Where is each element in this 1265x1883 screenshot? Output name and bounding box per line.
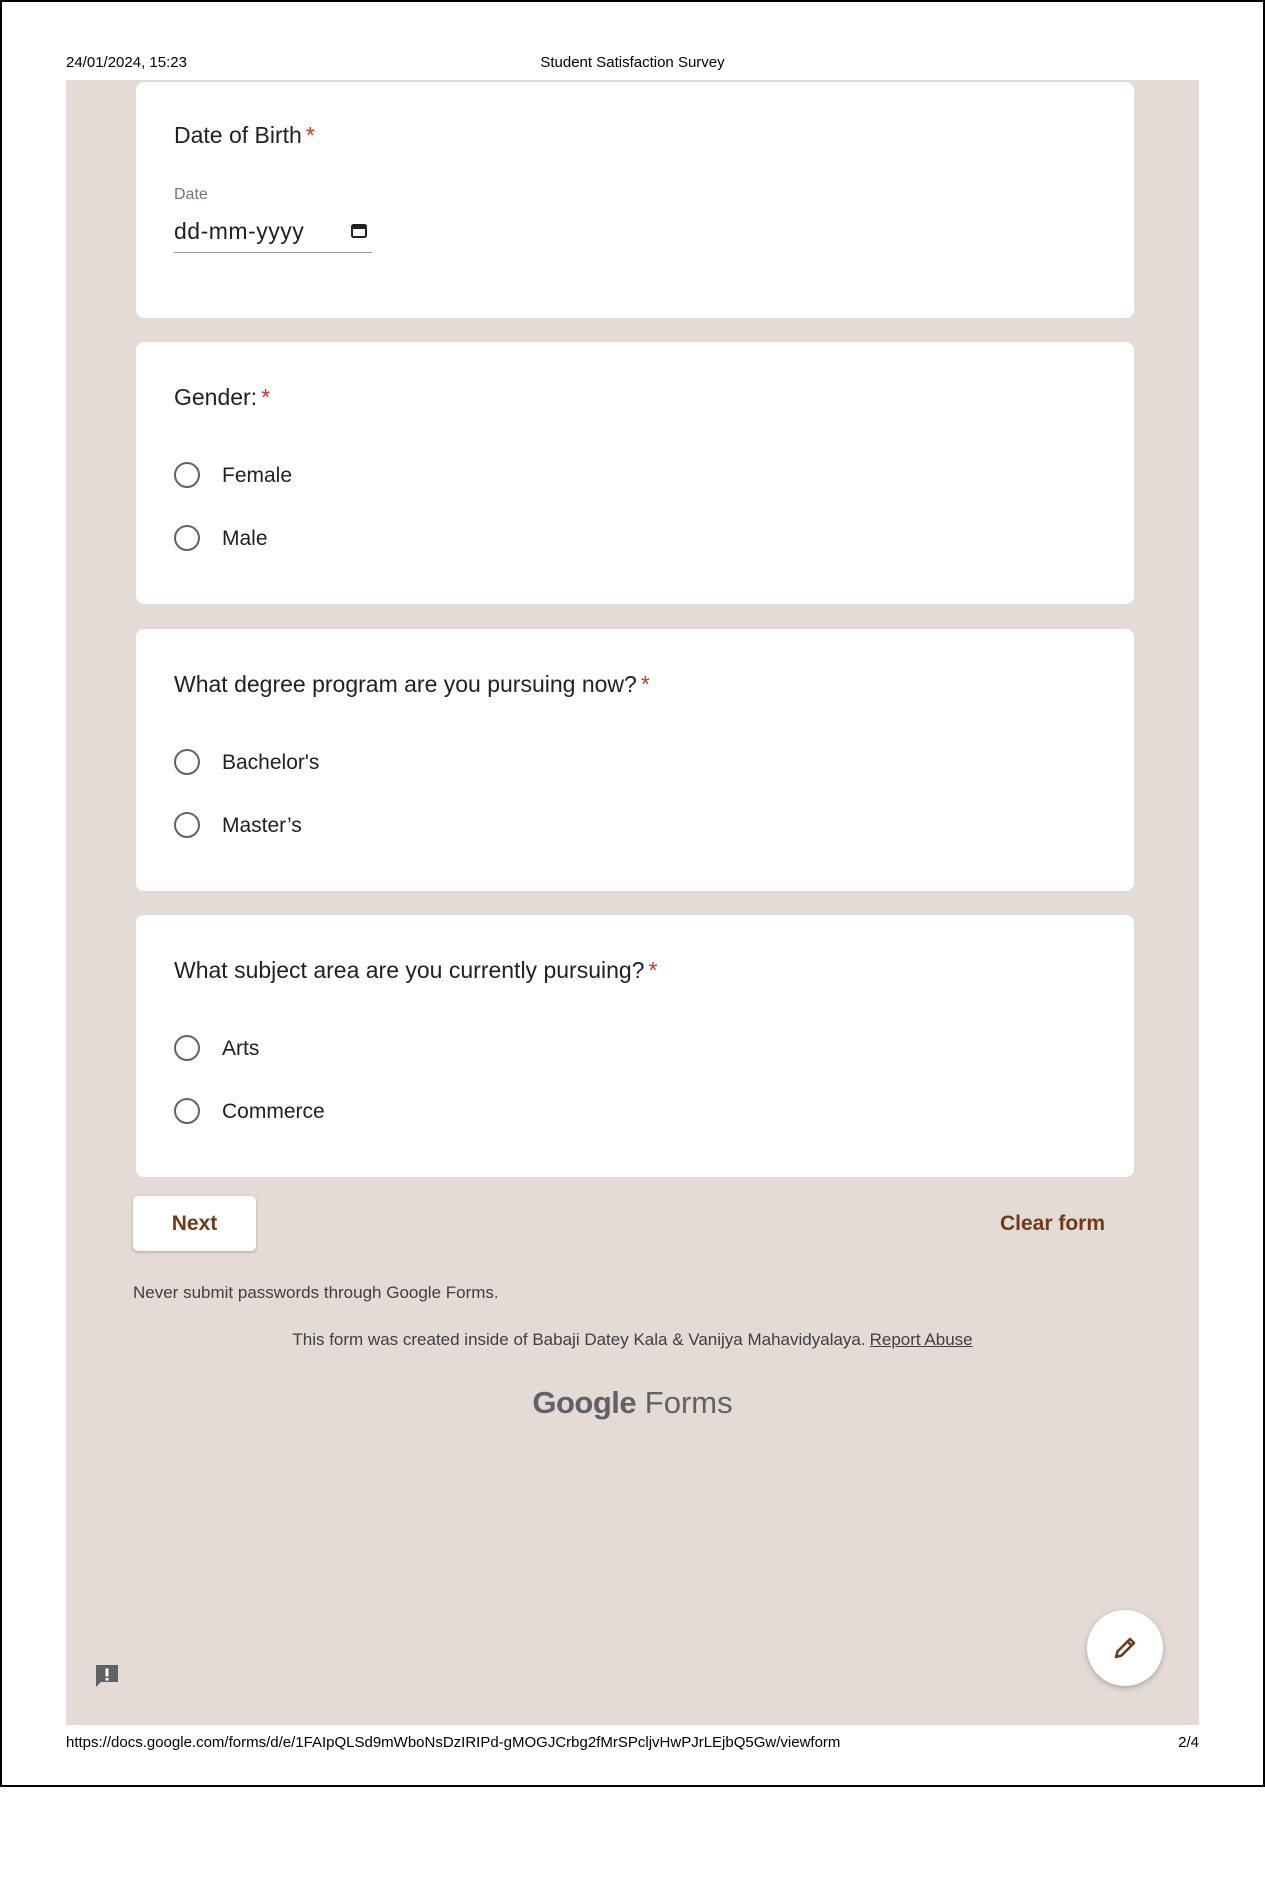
date-placeholder: dd-mm-yyyy bbox=[174, 218, 305, 244]
question-card-subject: What subject area are you currently purs… bbox=[135, 914, 1135, 1178]
required-asterisk: * bbox=[640, 671, 650, 697]
report-abuse-link[interactable]: Report Abuse bbox=[870, 1330, 973, 1349]
question-title: What degree program are you pursuing now… bbox=[174, 671, 650, 698]
print-title: Student Satisfaction Survey bbox=[540, 54, 725, 71]
option-label: Arts bbox=[222, 1037, 260, 1060]
page-url: https://docs.google.com/forms/d/e/1FAIpQ… bbox=[66, 1734, 841, 1751]
option-label: Master’s bbox=[222, 814, 302, 837]
question-title: Gender: * bbox=[174, 384, 270, 411]
brand-google: Google bbox=[532, 1385, 637, 1420]
question-card-gender: Gender: * Female Male bbox=[135, 341, 1135, 605]
question-title-text: What degree program are you pursuing now… bbox=[174, 671, 637, 697]
clear-form-button[interactable]: Clear form bbox=[1000, 1212, 1105, 1236]
edit-fab-button[interactable] bbox=[1087, 1610, 1163, 1686]
option-label: Male bbox=[222, 527, 268, 550]
radio-button[interactable] bbox=[174, 462, 200, 488]
radio-button[interactable] bbox=[174, 525, 200, 551]
google-forms-logo[interactable]: Google Forms bbox=[0, 1385, 1265, 1421]
question-title-text: What subject area are you currently purs… bbox=[174, 957, 645, 983]
required-asterisk: * bbox=[261, 384, 271, 410]
date-field-label: Date bbox=[174, 186, 208, 203]
option-label: Commerce bbox=[222, 1100, 325, 1123]
question-card-dob: Date of Birth * Date dd-mm-yyyy bbox=[135, 81, 1135, 319]
page-number: 2/4 bbox=[1178, 1734, 1199, 1751]
form-background bbox=[66, 80, 1199, 1725]
question-title: What subject area are you currently purs… bbox=[174, 957, 657, 984]
form-origin-notice: This form was created inside of Babaji D… bbox=[0, 1330, 1265, 1350]
required-asterisk: * bbox=[648, 957, 658, 983]
option-label: Bachelor's bbox=[222, 751, 320, 774]
question-title-text: Gender: bbox=[174, 384, 258, 410]
radio-button[interactable] bbox=[174, 1035, 200, 1061]
radio-button[interactable] bbox=[174, 749, 200, 775]
question-card-degree: What degree program are you pursuing now… bbox=[135, 628, 1135, 892]
radio-button[interactable] bbox=[174, 812, 200, 838]
print-header: 24/01/2024, 15:23 Student Satisfaction S… bbox=[66, 54, 1199, 74]
brand-forms: Forms bbox=[644, 1385, 733, 1420]
edit-pencil-icon bbox=[1114, 1637, 1136, 1659]
created-text: This form was created inside of Babaji D… bbox=[292, 1330, 866, 1349]
password-notice: Never submit passwords through Google Fo… bbox=[133, 1283, 499, 1302]
report-feedback-icon[interactable] bbox=[93, 1662, 121, 1690]
option-label: Female bbox=[222, 464, 293, 487]
radio-button[interactable] bbox=[174, 1098, 200, 1124]
date-input[interactable]: dd-mm-yyyy bbox=[174, 212, 372, 253]
question-title-text: Date of Birth bbox=[174, 122, 302, 148]
required-asterisk: * bbox=[305, 122, 315, 148]
calendar-icon[interactable] bbox=[350, 222, 368, 240]
next-button[interactable]: Next bbox=[133, 1196, 256, 1251]
page-divider bbox=[0, 1785, 1265, 1787]
question-title: Date of Birth * bbox=[174, 122, 315, 149]
